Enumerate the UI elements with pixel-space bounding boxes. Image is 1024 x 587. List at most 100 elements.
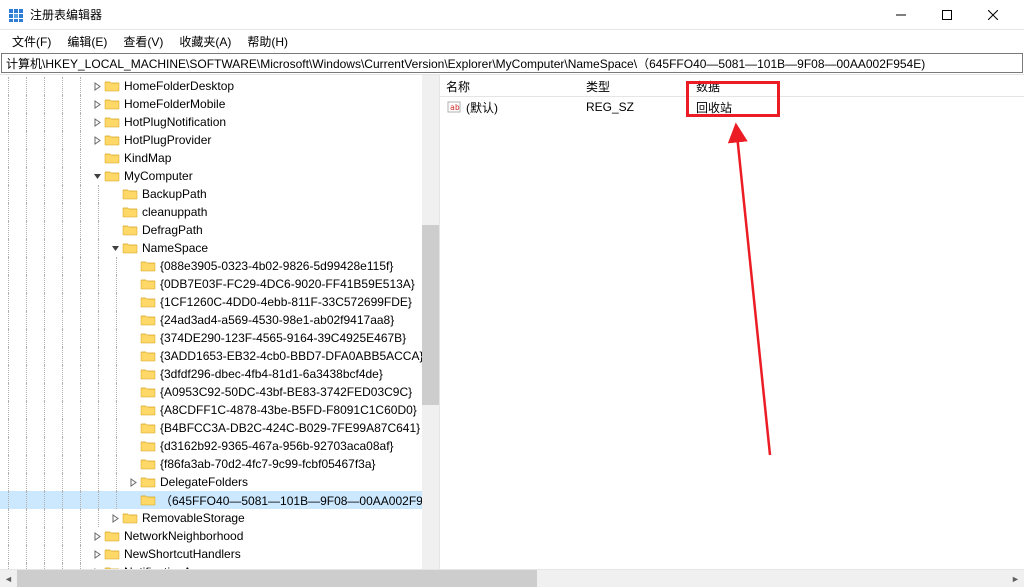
tree-label: HotPlugNotification bbox=[124, 115, 226, 129]
tree-expander-icon[interactable] bbox=[90, 547, 104, 561]
tree-item[interactable]: {24ad3ad4-a569-4530-98e1-ab02f9417aa8} bbox=[0, 311, 439, 329]
folder-icon bbox=[104, 529, 120, 543]
menu-view[interactable]: 查看(V) bbox=[117, 31, 169, 52]
tree-item[interactable]: HotPlugNotification bbox=[0, 113, 439, 131]
tree-expander-icon[interactable] bbox=[90, 529, 104, 543]
folder-icon bbox=[140, 421, 156, 435]
tree-vscroll-thumb[interactable] bbox=[422, 225, 439, 405]
folder-icon bbox=[140, 403, 156, 417]
col-header-type[interactable]: 类型 bbox=[580, 75, 690, 96]
annotation-arrow bbox=[440, 75, 1024, 569]
value-row[interactable]: ab(默认)REG_SZ回收站 bbox=[440, 97, 1024, 117]
menu-edit[interactable]: 编辑(E) bbox=[61, 31, 113, 52]
tree-label: {3dfdf296-dbec-4fb4-81d1-6a3438bcf4de} bbox=[160, 367, 383, 381]
address-path: 计算机\HKEY_LOCAL_MACHINE\SOFTWARE\Microsof… bbox=[6, 55, 925, 72]
tree-item[interactable]: NameSpace bbox=[0, 239, 439, 257]
hscroll-right[interactable]: ► bbox=[1007, 570, 1024, 587]
col-header-data[interactable]: 数据 bbox=[690, 75, 1024, 96]
tree-expander-icon[interactable] bbox=[90, 169, 104, 183]
tree-item[interactable]: HomeFolderDesktop bbox=[0, 77, 439, 95]
folder-icon bbox=[104, 97, 120, 111]
hscroll-track[interactable] bbox=[17, 570, 1007, 587]
folder-icon bbox=[140, 295, 156, 309]
tree-expander-icon[interactable] bbox=[108, 241, 122, 255]
tree-expander-icon[interactable] bbox=[108, 511, 122, 525]
titlebar: 注册表编辑器 bbox=[0, 0, 1024, 30]
tree-label: {374DE290-123F-4565-9164-39C4925E467B} bbox=[160, 331, 406, 345]
values-panel[interactable]: 名称 类型 数据 ab(默认)REG_SZ回收站 bbox=[440, 75, 1024, 569]
folder-icon bbox=[122, 187, 138, 201]
tree-label: {A0953C92-50DC-43bf-BE83-3742FED03C9C} bbox=[160, 385, 412, 399]
maximize-button[interactable] bbox=[924, 0, 970, 30]
hscroll-left[interactable]: ◄ bbox=[0, 570, 17, 587]
tree-label: {24ad3ad4-a569-4530-98e1-ab02f9417aa8} bbox=[160, 313, 394, 327]
menu-file[interactable]: 文件(F) bbox=[6, 31, 57, 52]
tree-item[interactable]: {3ADD1653-EB32-4cb0-BBD7-DFA0ABB5ACCA} bbox=[0, 347, 439, 365]
hscrollbar[interactable]: ◄ ► bbox=[0, 569, 1024, 587]
tree-label: DelegateFolders bbox=[160, 475, 248, 489]
hscroll-thumb[interactable] bbox=[17, 570, 537, 587]
tree-item[interactable]: MyComputer bbox=[0, 167, 439, 185]
tree-panel[interactable]: HomeFolderDesktop HomeFolderMobile HotPlug… bbox=[0, 75, 440, 569]
tree-item[interactable]: DefragPath bbox=[0, 221, 439, 239]
tree-expander-icon[interactable] bbox=[126, 475, 140, 489]
tree-expander-icon[interactable] bbox=[90, 133, 104, 147]
folder-icon bbox=[122, 511, 138, 525]
tree-item[interactable]: {B4BFCC3A-DB2C-424C-B029-7FE99A87C641} bbox=[0, 419, 439, 437]
tree-item[interactable]: {1CF1260C-4DD0-4ebb-811F-33C572699FDE} bbox=[0, 293, 439, 311]
tree-item[interactable]: cleanuppath bbox=[0, 203, 439, 221]
tree-label: DefragPath bbox=[142, 223, 203, 237]
tree-label: {B4BFCC3A-DB2C-424C-B029-7FE99A87C641} bbox=[160, 421, 420, 435]
tree-item[interactable]: {088e3905-0323-4b02-9826-5d99428e115f} bbox=[0, 257, 439, 275]
tree-item[interactable]: {A0953C92-50DC-43bf-BE83-3742FED03C9C} bbox=[0, 383, 439, 401]
tree-item[interactable]: {A8CDFF1C-4878-43be-B5FD-F8091C1C60D0} bbox=[0, 401, 439, 419]
tree-label: MyComputer bbox=[124, 169, 193, 183]
tree-expander-icon[interactable] bbox=[90, 115, 104, 129]
tree-expander-icon[interactable] bbox=[90, 97, 104, 111]
tree-item[interactable]: RemovableStorage bbox=[0, 509, 439, 527]
app-icon bbox=[8, 7, 24, 23]
folder-icon bbox=[104, 169, 120, 183]
folder-icon bbox=[140, 349, 156, 363]
tree-item[interactable]: {374DE290-123F-4565-9164-39C4925E467B} bbox=[0, 329, 439, 347]
tree-label: {3ADD1653-EB32-4cb0-BBD7-DFA0ABB5ACCA} bbox=[160, 349, 423, 363]
menu-help[interactable]: 帮助(H) bbox=[241, 31, 294, 52]
tree-item[interactable]: HomeFolderMobile bbox=[0, 95, 439, 113]
tree-label: {088e3905-0323-4b02-9826-5d99428e115f} bbox=[160, 259, 393, 273]
folder-icon bbox=[140, 457, 156, 471]
folder-icon bbox=[140, 331, 156, 345]
folder-icon bbox=[140, 259, 156, 273]
tree-item[interactable]: BackupPath bbox=[0, 185, 439, 203]
folder-icon bbox=[140, 493, 156, 507]
tree-label: {0DB7E03F-FC29-4DC6-9020-FF41B59E513A} bbox=[160, 277, 415, 291]
menu-favorites[interactable]: 收藏夹(A) bbox=[173, 31, 237, 52]
folder-icon bbox=[140, 367, 156, 381]
tree-expander-icon[interactable] bbox=[90, 79, 104, 93]
tree-label: {1CF1260C-4DD0-4ebb-811F-33C572699FDE} bbox=[160, 295, 412, 309]
tree-item[interactable]: NetworkNeighborhood bbox=[0, 527, 439, 545]
tree-item[interactable]: {d3162b92-9365-467a-956b-92703aca08af} bbox=[0, 437, 439, 455]
tree-item[interactable]: NewShortcutHandlers bbox=[0, 545, 439, 563]
tree-item[interactable]: {f86fa3ab-70d2-4fc7-9c99-fcbf05467f3a} bbox=[0, 455, 439, 473]
close-button[interactable] bbox=[970, 0, 1016, 30]
tree-item[interactable]: HotPlugProvider bbox=[0, 131, 439, 149]
tree-item[interactable]: DelegateFolders bbox=[0, 473, 439, 491]
tree-item[interactable]: （645FFO40—5081—101B—9F08—00AA002F9 bbox=[0, 491, 439, 509]
folder-icon bbox=[122, 205, 138, 219]
col-header-name[interactable]: 名称 bbox=[440, 75, 580, 96]
tree-label: （645FFO40—5081—101B—9F08—00AA002F9 bbox=[160, 492, 423, 509]
tree-label: HomeFolderMobile bbox=[124, 97, 225, 111]
tree-label: {f86fa3ab-70d2-4fc7-9c99-fcbf05467f3a} bbox=[160, 457, 376, 471]
tree-label: NewShortcutHandlers bbox=[124, 547, 241, 561]
tree-label: cleanuppath bbox=[142, 205, 207, 219]
tree-item[interactable]: {3dfdf296-dbec-4fb4-81d1-6a3438bcf4de} bbox=[0, 365, 439, 383]
tree-item[interactable]: {0DB7E03F-FC29-4DC6-9020-FF41B59E513A} bbox=[0, 275, 439, 293]
tree-label: NetworkNeighborhood bbox=[124, 529, 243, 543]
minimize-button[interactable] bbox=[878, 0, 924, 30]
address-bar[interactable]: 计算机\HKEY_LOCAL_MACHINE\SOFTWARE\Microsof… bbox=[1, 53, 1023, 73]
tree-vscrollbar[interactable] bbox=[422, 75, 439, 569]
tree-item[interactable]: KindMap bbox=[0, 149, 439, 167]
tree-label: KindMap bbox=[124, 151, 171, 165]
value-data: 回收站 bbox=[690, 97, 1024, 118]
folder-icon bbox=[104, 133, 120, 147]
